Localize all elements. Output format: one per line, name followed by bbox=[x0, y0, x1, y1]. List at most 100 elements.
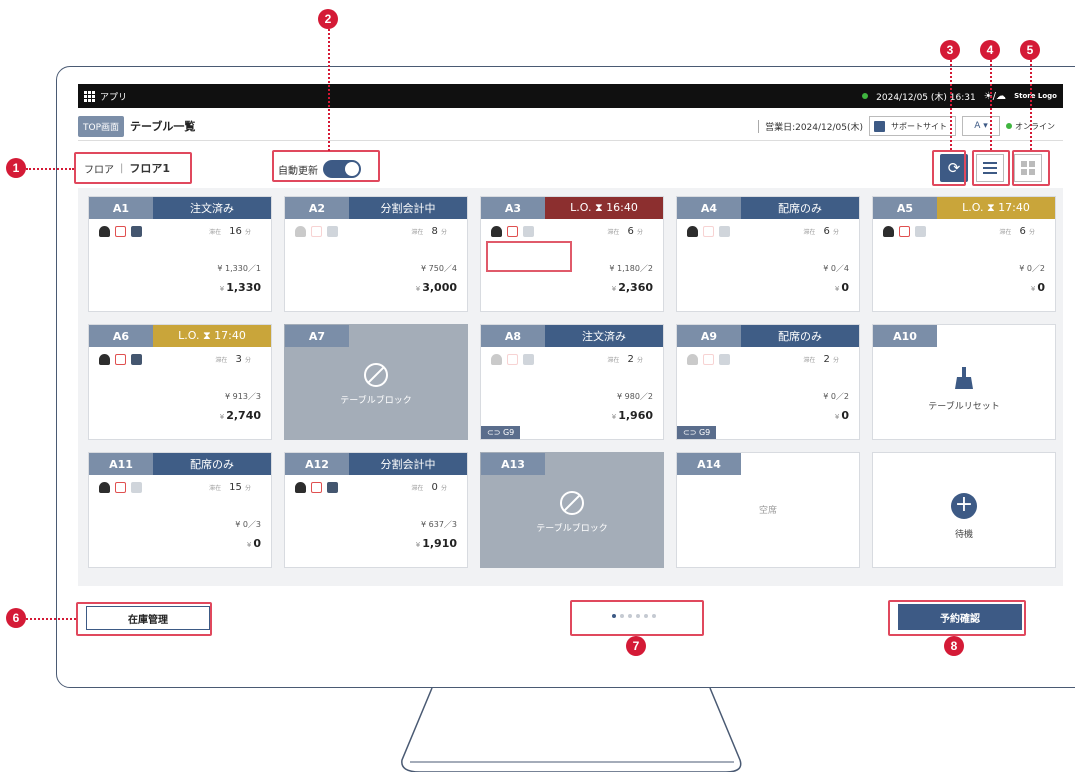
table-status: 注文済み bbox=[545, 325, 663, 347]
receipt-icon bbox=[311, 226, 322, 237]
table-card[interactable]: A3 L.O. ⧗ 16:40 滞在 6 分 ¥ 1,180／2 ¥2,360 bbox=[480, 196, 664, 312]
total-amount: ¥2,360 bbox=[611, 281, 653, 294]
table-status: L.O. ⧗ 17:40 bbox=[153, 325, 271, 347]
stay-time: 滞在 2 分 bbox=[803, 354, 839, 365]
header-divider bbox=[78, 140, 1063, 141]
table-icons bbox=[491, 354, 534, 365]
annotation-badge: 3 bbox=[940, 40, 960, 60]
support-site-button[interactable]: サポートサイト bbox=[869, 116, 956, 136]
per-guest-amount: ¥ 1,180／2 bbox=[609, 264, 653, 273]
apps-menu[interactable]: アプリ bbox=[84, 90, 127, 103]
stay-time: 滞在 6 分 bbox=[999, 226, 1035, 237]
store-logo: Store Logo bbox=[1014, 92, 1057, 100]
annotation-leader bbox=[26, 618, 76, 620]
table-card[interactable]: A8 注文済み 滞在 2 分 ¥ 980／2 ¥1,960 ⊂⊃ G9 bbox=[480, 324, 664, 440]
highlight-frame bbox=[888, 600, 1026, 636]
per-guest-amount: ¥ 0／4 bbox=[823, 264, 849, 273]
table-number: A10 bbox=[873, 325, 937, 347]
group-badge: ⊂⊃ G9 bbox=[677, 426, 717, 439]
receipt-icon bbox=[899, 226, 910, 237]
table-icons bbox=[99, 354, 142, 365]
memo-icon bbox=[719, 354, 730, 365]
table-card[interactable]: A5 L.O. ⧗ 17:40 滞在 6 分 ¥ 0／2 ¥0 bbox=[872, 196, 1056, 312]
stay-time: 滞在 6 分 bbox=[607, 226, 643, 237]
annotation-badge: 5 bbox=[1020, 40, 1040, 60]
table-card[interactable]: A14 空席 bbox=[676, 452, 860, 568]
highlight-box bbox=[486, 241, 572, 272]
receipt-icon bbox=[115, 226, 126, 237]
total-amount: ¥3,000 bbox=[415, 281, 457, 294]
receipt-icon bbox=[703, 354, 714, 365]
table-card[interactable]: + 待機 bbox=[872, 452, 1056, 568]
table-number: A5 bbox=[873, 197, 937, 219]
per-guest-amount: ¥ 750／4 bbox=[421, 264, 457, 273]
drink-icon bbox=[687, 226, 698, 237]
blocked-label: テーブルブロック bbox=[340, 396, 412, 406]
broom-icon bbox=[955, 367, 973, 389]
table-status: L.O. ⧗ 17:40 bbox=[937, 197, 1055, 219]
per-guest-amount: ¥ 1,330／1 bbox=[217, 264, 261, 273]
system-bar: アプリ 2024/12/05 (木) 16:31 ☀/☁ Store Logo bbox=[78, 84, 1063, 108]
table-card-header: A5 L.O. ⧗ 17:40 bbox=[873, 197, 1055, 219]
highlight-frame bbox=[932, 150, 966, 186]
table-card[interactable]: A6 L.O. ⧗ 17:40 滞在 3 分 ¥ 913／3 ¥2,740 bbox=[88, 324, 272, 440]
highlight-frame bbox=[570, 600, 704, 636]
ban-icon bbox=[364, 363, 388, 387]
memo-icon bbox=[719, 226, 730, 237]
blocked-label: テーブルブロック bbox=[536, 524, 608, 534]
table-number: A12 bbox=[285, 453, 349, 475]
drink-icon bbox=[687, 354, 698, 365]
table-number: A9 bbox=[677, 325, 741, 347]
total-amount: ¥1,960 bbox=[611, 409, 653, 422]
memo-icon bbox=[327, 226, 338, 237]
table-card[interactable]: A13 テーブルブロック bbox=[480, 452, 664, 568]
table-number: A11 bbox=[89, 453, 153, 475]
table-card-header: A7 bbox=[285, 325, 467, 347]
memo-icon bbox=[523, 354, 534, 365]
per-guest-amount: ¥ 980／2 bbox=[617, 392, 653, 401]
table-card[interactable]: A7 テーブルブロック bbox=[284, 324, 468, 440]
annotation-badge: 8 bbox=[944, 636, 964, 656]
table-card[interactable]: A12 分割会計中 滞在 0 分 ¥ 637／3 ¥1,910 bbox=[284, 452, 468, 568]
table-card-header: A3 L.O. ⧗ 16:40 bbox=[481, 197, 663, 219]
table-status: L.O. ⧗ 16:40 bbox=[545, 197, 663, 219]
table-card-header: A12 分割会計中 bbox=[285, 453, 467, 475]
support-label: サポートサイト bbox=[891, 121, 947, 131]
table-card[interactable]: A4 配席のみ 滞在 6 分 ¥ 0／4 ¥0 bbox=[676, 196, 860, 312]
table-card[interactable]: A10 テーブルリセット bbox=[872, 324, 1056, 440]
table-icons bbox=[883, 226, 926, 237]
group-badge: ⊂⊃ G9 bbox=[481, 426, 521, 439]
table-number: A1 bbox=[89, 197, 153, 219]
annotation-leader bbox=[328, 29, 330, 151]
table-status: 配席のみ bbox=[153, 453, 271, 475]
total-amount: ¥2,740 bbox=[219, 409, 261, 422]
stay-time: 滞在 8 分 bbox=[411, 226, 447, 237]
table-card-header: A11 配席のみ bbox=[89, 453, 271, 475]
language-select[interactable]: A ▾ bbox=[962, 116, 1000, 136]
ban-icon bbox=[560, 491, 584, 515]
reset-label: テーブルリセット bbox=[928, 402, 1000, 412]
annotation-badge: 7 bbox=[626, 636, 646, 656]
receipt-icon bbox=[311, 482, 322, 493]
total-amount: ¥0 bbox=[834, 281, 849, 294]
highlight-frame bbox=[272, 150, 380, 182]
stay-time: 滞在 15 分 bbox=[209, 482, 251, 493]
table-card[interactable]: A9 配席のみ 滞在 2 分 ¥ 0／2 ¥0 ⊂⊃ G9 bbox=[676, 324, 860, 440]
book-icon bbox=[874, 120, 885, 132]
table-number: A3 bbox=[481, 197, 545, 219]
total-amount: ¥0 bbox=[1030, 281, 1045, 294]
per-guest-amount: ¥ 0／3 bbox=[235, 520, 261, 529]
table-card[interactable]: A11 配席のみ 滞在 15 分 ¥ 0／3 ¥0 bbox=[88, 452, 272, 568]
per-guest-amount: ¥ 637／3 bbox=[421, 520, 457, 529]
online-label: オンライン bbox=[1015, 121, 1055, 131]
table-card[interactable]: A2 分割会計中 滞在 8 分 ¥ 750／4 ¥3,000 bbox=[284, 196, 468, 312]
table-number: A8 bbox=[481, 325, 545, 347]
table-card[interactable]: A1 注文済み 滞在 16 分 ¥ 1,330／1 ¥1,330 bbox=[88, 196, 272, 312]
table-icons bbox=[295, 226, 338, 237]
top-screen-button[interactable]: TOP画面 bbox=[78, 115, 125, 137]
receipt-icon bbox=[703, 226, 714, 237]
annotation-leader bbox=[26, 168, 74, 170]
table-icons bbox=[491, 226, 534, 237]
receipt-icon bbox=[115, 354, 126, 365]
highlight-frame bbox=[74, 152, 192, 184]
